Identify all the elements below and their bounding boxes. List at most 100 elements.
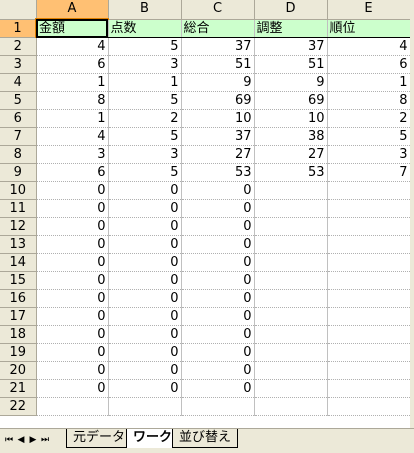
data-cell[interactable]: [254, 379, 328, 398]
data-cell[interactable]: 0: [36, 379, 109, 398]
data-cell[interactable]: 27: [254, 145, 328, 164]
header-cell[interactable]: 順位: [327, 19, 411, 38]
data-cell[interactable]: 4: [36, 127, 109, 146]
data-cell[interactable]: 5: [108, 37, 182, 56]
vertical-scrollbar-edge[interactable]: [410, 0, 414, 428]
data-cell[interactable]: 9: [254, 73, 328, 92]
data-cell[interactable]: 0: [108, 343, 182, 362]
header-cell[interactable]: 総合: [181, 19, 255, 38]
data-cell[interactable]: 51: [254, 55, 328, 74]
data-cell[interactable]: 0: [181, 199, 255, 218]
row-header[interactable]: 5: [0, 91, 37, 110]
data-cell[interactable]: 0: [181, 361, 255, 380]
row-header[interactable]: 22: [0, 397, 37, 416]
data-cell[interactable]: [327, 325, 411, 344]
data-cell[interactable]: 0: [36, 199, 109, 218]
row-header[interactable]: 20: [0, 361, 37, 380]
data-cell[interactable]: [254, 289, 328, 308]
data-cell[interactable]: 0: [181, 379, 255, 398]
data-cell[interactable]: [254, 181, 328, 200]
data-cell[interactable]: 10: [181, 109, 255, 128]
row-header[interactable]: 16: [0, 289, 37, 308]
data-cell[interactable]: 0: [108, 325, 182, 344]
column-header-e[interactable]: E: [327, 0, 411, 20]
prev-sheet-icon[interactable]: ◀: [15, 433, 27, 447]
data-cell[interactable]: 53: [181, 163, 255, 182]
data-cell[interactable]: 51: [181, 55, 255, 74]
data-cell[interactable]: 0: [108, 253, 182, 272]
tab-sort[interactable]: 並び替え: [172, 429, 239, 448]
first-sheet-icon[interactable]: ⏮: [3, 433, 15, 447]
data-cell[interactable]: [254, 235, 328, 254]
data-cell[interactable]: 5: [108, 91, 182, 110]
select-all-corner[interactable]: [0, 0, 37, 20]
data-cell[interactable]: 8: [36, 91, 109, 110]
data-cell[interactable]: 0: [181, 307, 255, 326]
data-cell[interactable]: 0: [181, 235, 255, 254]
data-cell[interactable]: 7: [327, 163, 411, 182]
data-cell[interactable]: 4: [327, 37, 411, 56]
data-cell[interactable]: [254, 271, 328, 290]
data-cell[interactable]: 6: [36, 163, 109, 182]
data-cell[interactable]: [327, 217, 411, 236]
data-cell[interactable]: 0: [181, 181, 255, 200]
data-cell[interactable]: 1: [36, 73, 109, 92]
data-cell[interactable]: 0: [181, 217, 255, 236]
row-header[interactable]: 14: [0, 253, 37, 272]
data-cell[interactable]: 0: [36, 181, 109, 200]
data-cell[interactable]: 0: [108, 271, 182, 290]
data-cell[interactable]: 0: [36, 253, 109, 272]
row-header[interactable]: 9: [0, 163, 37, 182]
data-cell[interactable]: [327, 289, 411, 308]
data-cell[interactable]: 5: [108, 163, 182, 182]
row-header[interactable]: 13: [0, 235, 37, 254]
row-header[interactable]: 11: [0, 199, 37, 218]
column-header-c[interactable]: C: [181, 0, 255, 20]
data-cell[interactable]: 6: [327, 55, 411, 74]
data-cell[interactable]: 0: [36, 271, 109, 290]
data-cell[interactable]: 2: [327, 109, 411, 128]
data-cell[interactable]: 1: [108, 73, 182, 92]
data-cell[interactable]: 0: [36, 217, 109, 236]
data-cell[interactable]: [254, 397, 328, 416]
data-cell[interactable]: 0: [36, 235, 109, 254]
data-cell[interactable]: 8: [327, 91, 411, 110]
data-cell[interactable]: 2: [108, 109, 182, 128]
data-cell[interactable]: [327, 199, 411, 218]
data-cell[interactable]: 10: [254, 109, 328, 128]
data-cell[interactable]: 27: [181, 145, 255, 164]
row-header[interactable]: 17: [0, 307, 37, 326]
column-header-a[interactable]: A: [36, 0, 109, 20]
header-cell[interactable]: 点数: [108, 19, 182, 38]
next-sheet-icon[interactable]: ▶: [27, 433, 39, 447]
data-cell[interactable]: 0: [108, 235, 182, 254]
data-cell[interactable]: 0: [108, 307, 182, 326]
data-cell[interactable]: 5: [108, 127, 182, 146]
data-cell[interactable]: [327, 253, 411, 272]
data-cell[interactable]: [254, 343, 328, 362]
data-cell[interactable]: 0: [36, 325, 109, 344]
data-cell[interactable]: 69: [254, 91, 328, 110]
data-cell[interactable]: 9: [181, 73, 255, 92]
data-cell[interactable]: 4: [36, 37, 109, 56]
row-header[interactable]: 3: [0, 55, 37, 74]
data-cell[interactable]: 0: [181, 289, 255, 308]
row-header[interactable]: 4: [0, 73, 37, 92]
data-cell[interactable]: [254, 217, 328, 236]
header-cell[interactable]: 金額: [36, 19, 109, 38]
data-cell[interactable]: 69: [181, 91, 255, 110]
data-cell[interactable]: [181, 397, 255, 416]
data-cell[interactable]: 0: [108, 289, 182, 308]
data-cell[interactable]: 1: [327, 73, 411, 92]
data-cell[interactable]: [327, 343, 411, 362]
row-header[interactable]: 7: [0, 127, 37, 146]
data-cell[interactable]: 5: [327, 127, 411, 146]
data-cell[interactable]: 0: [36, 289, 109, 308]
data-cell[interactable]: 0: [108, 361, 182, 380]
data-cell[interactable]: 38: [254, 127, 328, 146]
data-cell[interactable]: [108, 397, 182, 416]
data-cell[interactable]: 37: [181, 127, 255, 146]
data-cell[interactable]: [254, 361, 328, 380]
column-header-d[interactable]: D: [254, 0, 328, 20]
row-header[interactable]: 8: [0, 145, 37, 164]
